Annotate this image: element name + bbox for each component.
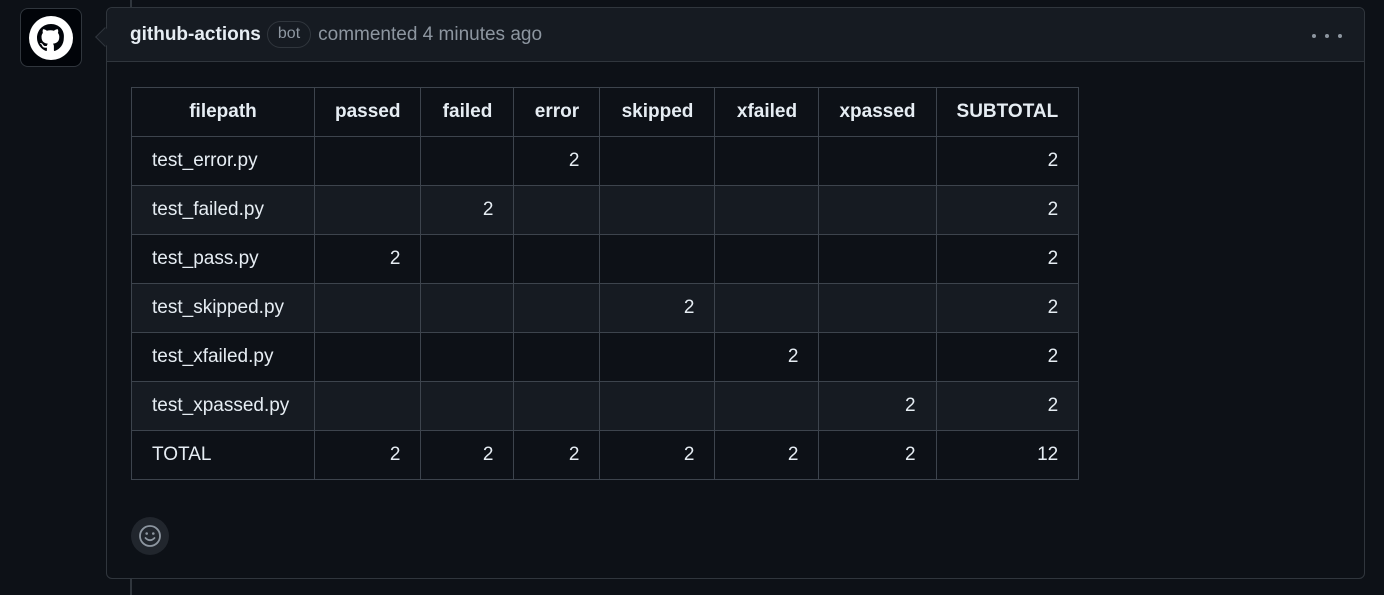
table-cell: 2 <box>313 430 422 480</box>
table-cell: 2 <box>513 136 601 186</box>
table-row: test_skipped.py 2 2 <box>131 283 1080 333</box>
comment-header: github-actions bot commented 4 minutes a… <box>107 8 1364 62</box>
kebab-horizontal-icon[interactable] <box>1312 26 1342 46</box>
table-cell: 2 <box>714 430 820 480</box>
table-cell: test_error.py <box>131 136 315 186</box>
table-cell <box>313 283 422 333</box>
table-cell: 2 <box>599 430 716 480</box>
table-row: test_pass.py 2 2 <box>131 234 1080 284</box>
table-cell: test_failed.py <box>131 185 315 235</box>
table-row: test_error.py 2 2 <box>131 136 1080 186</box>
table-cell <box>513 283 601 333</box>
table-cell: 2 <box>714 332 820 382</box>
comment-box: github-actions bot commented 4 minutes a… <box>95 7 1365 579</box>
github-octocat-icon <box>29 15 73 60</box>
table-cell <box>818 185 937 235</box>
table-cell: 2 <box>935 136 1080 186</box>
table-cell <box>599 381 716 431</box>
table-cell <box>420 136 515 186</box>
table-cell <box>714 283 820 333</box>
table-cell <box>513 234 601 284</box>
table-cell <box>420 283 515 333</box>
table-cell: 2 <box>935 332 1080 382</box>
column-header: xfailed <box>714 87 820 137</box>
table-cell <box>599 185 716 235</box>
table-cell: 2 <box>818 381 937 431</box>
column-header: passed <box>313 87 422 137</box>
table-cell <box>818 234 937 284</box>
table-cell <box>818 136 937 186</box>
table-cell: 2 <box>935 283 1080 333</box>
bot-badge: bot <box>266 21 312 48</box>
table-row: test_failed.py 2 2 <box>131 185 1080 235</box>
table-cell: 12 <box>935 430 1080 480</box>
table-cell <box>818 283 937 333</box>
smiley-icon <box>139 525 161 547</box>
table-cell <box>599 136 716 186</box>
column-header: failed <box>420 87 515 137</box>
table-cell <box>513 185 601 235</box>
table-cell <box>714 381 820 431</box>
table-cell <box>599 332 716 382</box>
table-cell <box>599 234 716 284</box>
comment-body: filepath passed failed error skipped xfa… <box>131 87 1080 480</box>
table-cell: test_pass.py <box>131 234 315 284</box>
table-cell: 2 <box>420 430 515 480</box>
column-header: SUBTOTAL <box>935 87 1080 137</box>
table-cell <box>313 185 422 235</box>
table-cell: 2 <box>935 381 1080 431</box>
table-cell <box>818 332 937 382</box>
table-row-total: TOTAL 2 2 2 2 2 2 12 <box>131 430 1080 480</box>
table-cell <box>714 136 820 186</box>
table-cell <box>513 332 601 382</box>
table-cell <box>420 332 515 382</box>
column-header: error <box>513 87 601 137</box>
column-header: xpassed <box>818 87 937 137</box>
table-row: test_xfailed.py 2 2 <box>131 332 1080 382</box>
table-cell <box>313 332 422 382</box>
table-cell <box>420 234 515 284</box>
table-cell: 2 <box>935 185 1080 235</box>
table-header-row: filepath passed failed error skipped xfa… <box>131 87 1080 137</box>
table-cell: 2 <box>420 185 515 235</box>
table-cell: 2 <box>513 430 601 480</box>
comment-timestamp[interactable]: commented 4 minutes ago <box>318 24 542 46</box>
table-cell <box>313 381 422 431</box>
table-cell <box>714 185 820 235</box>
column-header: filepath <box>131 87 315 137</box>
table-cell: test_xpassed.py <box>131 381 315 431</box>
table-cell: test_skipped.py <box>131 283 315 333</box>
table-cell: 2 <box>935 234 1080 284</box>
table-cell: TOTAL <box>131 430 315 480</box>
table-cell: 2 <box>818 430 937 480</box>
results-table: filepath passed failed error skipped xfa… <box>131 87 1080 480</box>
table-cell <box>513 381 601 431</box>
table-cell: test_xfailed.py <box>131 332 315 382</box>
table-cell <box>714 234 820 284</box>
author-link[interactable]: github-actions <box>130 24 261 46</box>
avatar[interactable] <box>20 8 82 67</box>
column-header: skipped <box>599 87 716 137</box>
add-reaction-button[interactable] <box>131 517 169 555</box>
table-cell <box>313 136 422 186</box>
table-cell <box>420 381 515 431</box>
table-cell: 2 <box>599 283 716 333</box>
table-row: test_xpassed.py 2 2 <box>131 381 1080 431</box>
table-cell: 2 <box>313 234 422 284</box>
